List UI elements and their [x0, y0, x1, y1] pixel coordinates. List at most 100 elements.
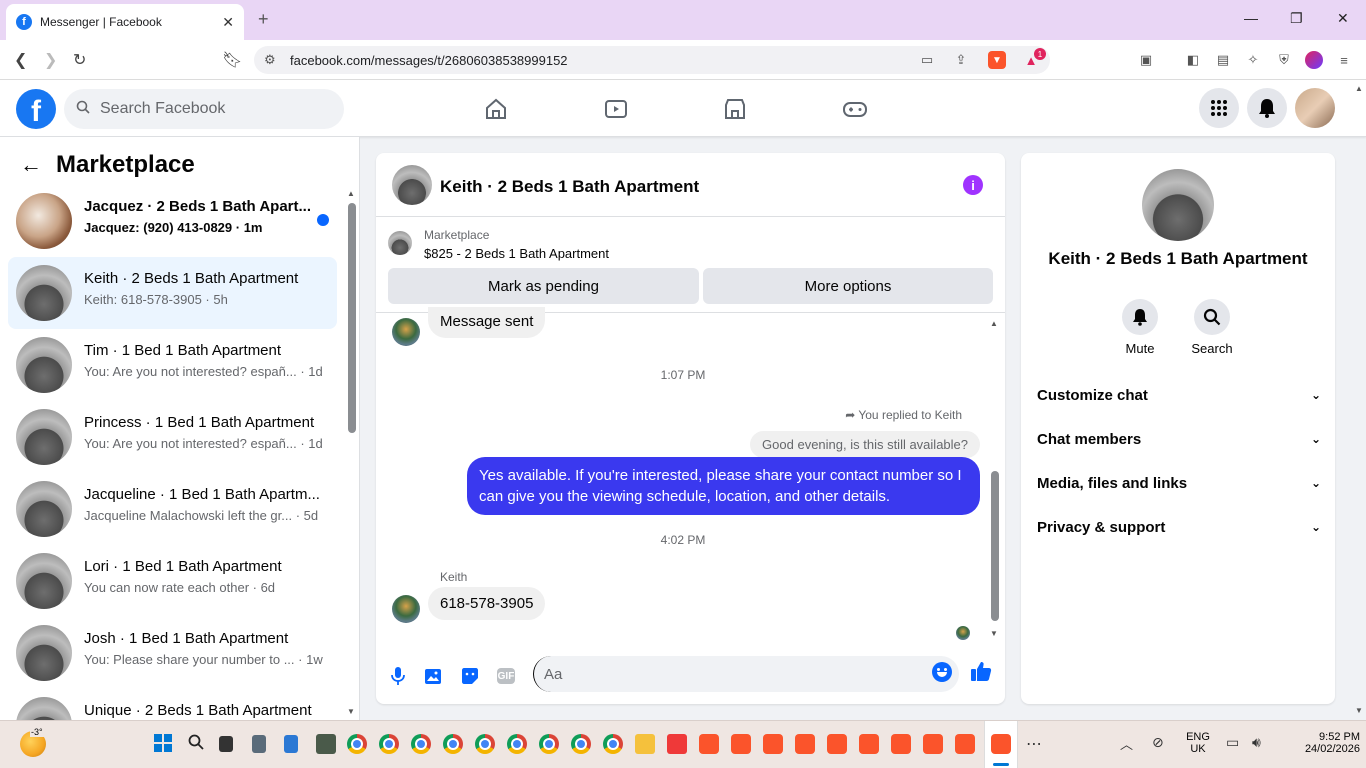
chrome-icon[interactable] [475, 734, 495, 754]
vivaldi-icon[interactable] [667, 734, 687, 754]
weather-icon[interactable]: -3° [20, 727, 46, 757]
notifications-bell-icon[interactable] [1247, 88, 1287, 128]
sticker-icon[interactable] [458, 664, 482, 688]
reload-icon[interactable]: ↻ [73, 50, 86, 70]
emoji-icon[interactable] [932, 662, 952, 682]
cast-icon[interactable]: ▭ [918, 51, 936, 69]
back-icon[interactable]: ❮ [14, 50, 27, 70]
brave-icon[interactable] [827, 734, 847, 754]
scroll-down-icon[interactable]: ▼ [990, 629, 998, 638]
page-scrollbar[interactable]: ▲ ▼ [1352, 80, 1366, 720]
thumbs-up-icon[interactable] [970, 660, 992, 688]
scroll-up-icon[interactable]: ▲ [347, 189, 355, 198]
facebook-logo-icon[interactable]: f [16, 89, 56, 129]
conversation-item-active[interactable]: Keith · 2 Beds 1 Bath Apartment Keith: 6… [8, 257, 337, 329]
wallet-icon[interactable]: ▤ [1214, 51, 1232, 69]
network-off-icon[interactable]: ⊘ [1152, 734, 1164, 751]
scroll-down-icon[interactable]: ▼ [1355, 706, 1363, 715]
gif-icon[interactable]: GIF [497, 668, 515, 684]
vpn-icon[interactable]: ⛨ [1275, 51, 1293, 69]
info-icon[interactable]: i [963, 175, 983, 195]
chrome-icon[interactable] [443, 734, 463, 754]
search-icon[interactable] [188, 734, 204, 755]
account-avatar[interactable] [1295, 88, 1335, 128]
brave-icon[interactable] [891, 734, 911, 754]
browser-tab[interactable]: f Messenger | Facebook ✕ [6, 4, 244, 40]
marketplace-icon[interactable] [722, 96, 748, 122]
photo-icon[interactable] [422, 664, 446, 688]
language-indicator[interactable]: ENG UK [1180, 731, 1216, 755]
more-apps-icon[interactable]: ⋯ [1026, 734, 1042, 754]
chat-members-row[interactable]: Chat members ⌄ [1037, 421, 1321, 457]
brave-icon[interactable] [955, 734, 975, 754]
calculator-icon[interactable] [252, 735, 266, 753]
menu-grid-icon[interactable] [1199, 88, 1239, 128]
volume-icon[interactable]: 🔊︎ [1252, 734, 1261, 751]
chrome-icon[interactable] [571, 734, 591, 754]
bookmark-icon[interactable]: 🔖︎ [222, 50, 242, 70]
more-options-button[interactable]: More options [703, 268, 993, 304]
clock[interactable]: 9:52 PM 24/02/2026 [1300, 731, 1360, 755]
back-arrow-icon[interactable]: ← [20, 152, 42, 178]
scroll-up-icon[interactable]: ▲ [1355, 84, 1363, 93]
conversation-scrollbar[interactable]: ▲ ▼ [347, 189, 357, 716]
brave-icon[interactable] [763, 734, 783, 754]
listing-thumbnail[interactable] [388, 231, 412, 255]
media-files-links-row[interactable]: Media, files and links ⌄ [1037, 465, 1321, 501]
forward-icon[interactable]: ❯ [44, 50, 57, 70]
search-in-chat-button[interactable]: Search [1187, 299, 1237, 356]
conversation-item[interactable]: Unique · 2 Beds 1 Bath Apartment [8, 689, 337, 720]
conversation-item[interactable]: Tim · 1 Bed 1 Bath Apartment You: Are yo… [8, 329, 337, 401]
message-bubble-outgoing[interactable]: Yes available. If you're interested, ple… [467, 457, 980, 515]
conversation-item[interactable]: Lori · 1 Bed 1 Bath Apartment You can no… [8, 545, 337, 617]
brave-active-icon[interactable] [991, 734, 1011, 754]
conversation-item[interactable]: Josh · 1 Bed 1 Bath Apartment You: Pleas… [8, 617, 337, 689]
conversation-item[interactable]: Jacquez · 2 Beds 1 Bath Apart... Jacquez… [8, 185, 337, 257]
brave-icon[interactable] [795, 734, 815, 754]
task-view-icon[interactable] [219, 736, 233, 752]
conversation-item[interactable]: Jacqueline · 1 Bed 1 Bath Apartm... Jacq… [8, 473, 337, 545]
scrollbar-thumb[interactable] [991, 471, 999, 621]
chrome-icon[interactable] [507, 734, 527, 754]
brave-icon[interactable] [699, 734, 719, 754]
home-icon[interactable] [483, 96, 509, 122]
chrome-icon[interactable] [603, 734, 623, 754]
chat-avatar[interactable] [392, 165, 432, 205]
chat-scrollbar[interactable]: ▲ ▼ [990, 319, 1000, 639]
listing-price[interactable]: $825 - 2 Beds 1 Bath Apartment [424, 246, 609, 261]
file-explorer-icon[interactable] [635, 734, 655, 754]
share-icon[interactable]: ⇪ [952, 51, 970, 69]
search-input[interactable]: Search Facebook [64, 89, 344, 129]
display-icon[interactable]: ▭ [1226, 734, 1239, 751]
message-bubble-incoming[interactable]: 618-578-3905 [428, 587, 546, 620]
maximize-icon[interactable]: ❐ [1290, 10, 1303, 27]
site-info-icon[interactable]: ⚙ [264, 52, 276, 68]
close-tab-icon[interactable]: ✕ [222, 14, 234, 31]
brave-icon[interactable] [859, 734, 879, 754]
message-input[interactable]: Aa [533, 656, 959, 692]
customize-chat-row[interactable]: Customize chat ⌄ [1037, 377, 1321, 413]
show-hidden-icons[interactable]: ︿ [1120, 734, 1133, 753]
conversation-item[interactable]: Princess · 1 Bed 1 Bath Apartment You: A… [8, 401, 337, 473]
chat-title[interactable]: Keith · 2 Beds 1 Bath Apartment [440, 177, 699, 197]
windows-start-icon[interactable] [154, 734, 172, 757]
close-window-icon[interactable]: ✕ [1337, 10, 1349, 27]
mark-as-pending-button[interactable]: Mark as pending [388, 268, 699, 304]
message-bubble-incoming[interactable]: Message sent [428, 307, 546, 338]
mute-button[interactable]: Mute [1115, 299, 1165, 356]
app-icon[interactable] [316, 734, 336, 754]
menu-icon[interactable]: ≡ [1335, 51, 1353, 69]
profile-icon[interactable] [1305, 51, 1323, 69]
video-icon[interactable] [603, 96, 629, 122]
new-tab-icon[interactable]: + [258, 9, 269, 30]
quoted-message[interactable]: Good evening, is this still available? [750, 431, 980, 458]
chrome-icon[interactable] [379, 734, 399, 754]
microphone-icon[interactable] [386, 664, 410, 688]
brave-icon[interactable] [923, 734, 943, 754]
reader-mode-icon[interactable]: ▣ [1137, 51, 1155, 69]
notepad-icon[interactable] [284, 735, 298, 753]
chrome-icon[interactable] [539, 734, 559, 754]
chrome-icon[interactable] [411, 734, 431, 754]
sidebar-toggle-icon[interactable]: ◧ [1184, 51, 1202, 69]
details-avatar[interactable] [1142, 169, 1214, 241]
